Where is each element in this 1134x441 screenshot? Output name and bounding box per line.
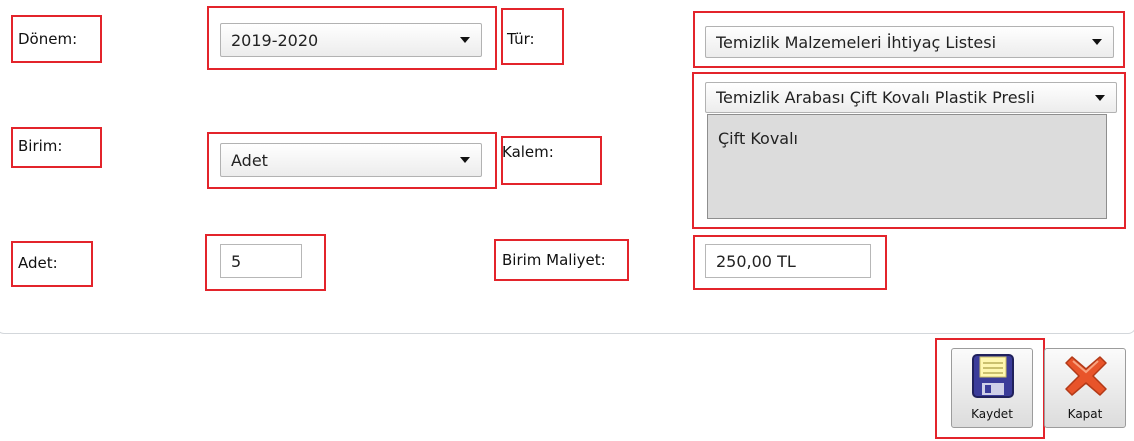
kalem-select[interactable]: Temizlik Arabası Çift Kovalı Plastik Pre… — [705, 82, 1117, 113]
tur-select[interactable]: Temizlik Malzemeleri İhtiyaç Listesi — [705, 26, 1114, 58]
close-icon — [1063, 353, 1109, 399]
kalem-description: Çift Kovalı — [718, 129, 798, 148]
adet-label-box: Adet: — [11, 241, 93, 287]
close-button-label: Kapat — [1067, 407, 1103, 421]
kalem-description-box[interactable]: Çift Kovalı — [707, 114, 1107, 219]
birim-label-box: Birim: — [11, 127, 102, 168]
close-button[interactable]: Kapat — [1044, 348, 1126, 428]
adet-value: 5 — [231, 251, 242, 271]
tur-value: Temizlik Malzemeleri İhtiyaç Listesi — [716, 32, 997, 52]
chevron-down-icon[interactable] — [460, 37, 470, 43]
tur-label: Tür: — [507, 30, 535, 48]
chevron-down-icon[interactable] — [1092, 39, 1102, 45]
donem-value: 2019-2020 — [231, 30, 319, 50]
birim-select[interactable]: Adet — [220, 143, 482, 177]
donem-select[interactable]: 2019-2020 — [220, 23, 482, 57]
save-button-label: Kaydet — [971, 407, 1013, 421]
adet-label: Adet: — [18, 254, 58, 272]
kalem-label-box: Kalem: — [501, 136, 602, 185]
tur-label-box: Tür: — [501, 8, 564, 65]
donem-label-box: Dönem: — [11, 15, 102, 63]
adet-input[interactable]: 5 — [220, 244, 302, 278]
floppy-disk-icon — [971, 353, 1015, 399]
save-button[interactable]: Kaydet — [951, 348, 1033, 428]
donem-label: Dönem: — [18, 30, 78, 48]
chevron-down-icon[interactable] — [460, 157, 470, 163]
birim-label: Birim: — [18, 137, 63, 155]
kalem-label: Kalem: — [502, 143, 554, 161]
birim-value: Adet — [231, 150, 268, 170]
birim-maliyet-label-box: Birim Maliyet: — [494, 239, 629, 281]
chevron-down-icon[interactable] — [1095, 94, 1105, 101]
birim-maliyet-input[interactable]: 250,00 TL — [705, 244, 871, 278]
birim-maliyet-label: Birim Maliyet: — [502, 251, 606, 269]
birim-maliyet-value: 250,00 TL — [716, 251, 796, 271]
kalem-value: Temizlik Arabası Çift Kovalı Plastik Pre… — [716, 88, 1035, 107]
